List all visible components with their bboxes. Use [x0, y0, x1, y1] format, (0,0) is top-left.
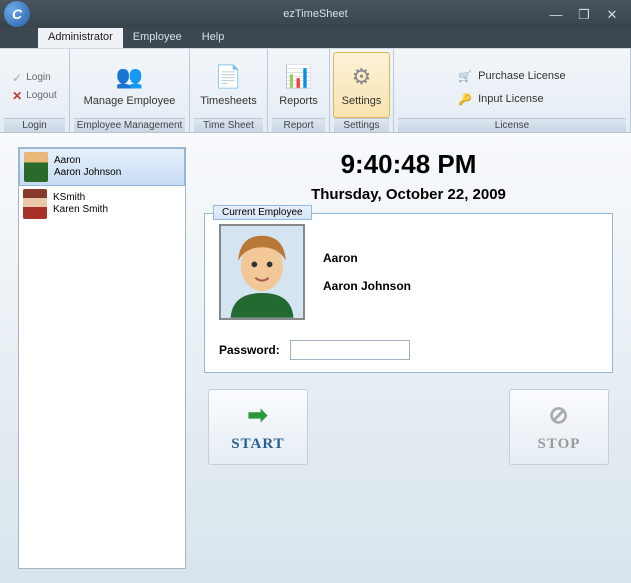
menu-employee[interactable]: Employee: [123, 28, 192, 48]
purchase-license-button[interactable]: 🛒Purchase License: [450, 67, 573, 86]
group-license-label: License: [398, 118, 626, 132]
clock-date: Thursday, October 22, 2009: [204, 186, 613, 203]
users-icon: 👥: [115, 63, 143, 91]
content-area: Aaron Aaron Johnson KSmith Karen Smith 9…: [0, 133, 631, 583]
stop-button[interactable]: ⊘ STOP: [509, 389, 609, 465]
document-icon: 📄: [215, 63, 243, 91]
close-button[interactable]: ✕: [603, 7, 621, 21]
login-button[interactable]: ✓Login: [12, 71, 57, 85]
employee-first-name: Aaron: [323, 251, 411, 265]
logout-button[interactable]: ✕Logout: [12, 89, 57, 103]
group-timesheet-label: Time Sheet: [194, 118, 263, 132]
menubar: Administrator Employee Help: [0, 28, 631, 48]
group-login-label: Login: [4, 118, 65, 132]
avatar-icon: [24, 152, 48, 182]
clock-time: 9:40:48 PM: [204, 149, 613, 180]
titlebar: C ezTimeSheet — ❐ ✕: [0, 0, 631, 28]
password-input[interactable]: [290, 340, 410, 360]
start-button[interactable]: ➡ START: [208, 389, 308, 465]
key-icon: 🔑: [458, 93, 472, 106]
ribbon: ✓Login ✕Logout Login 👥 Manage Employee E…: [0, 48, 631, 133]
employee-list: Aaron Aaron Johnson KSmith Karen Smith: [18, 147, 186, 569]
reports-button[interactable]: 📊 Reports: [270, 52, 327, 118]
employee-avatar: [219, 224, 305, 320]
menu-help[interactable]: Help: [192, 28, 235, 48]
maximize-button[interactable]: ❐: [575, 7, 593, 21]
check-icon: ✓: [12, 71, 22, 85]
minimize-button[interactable]: —: [547, 7, 565, 21]
employee-list-item[interactable]: KSmith Karen Smith: [19, 186, 185, 222]
current-employee-panel: Current Employee Aaron Aaron Johnson: [204, 213, 613, 373]
manage-employee-button[interactable]: 👥 Manage Employee: [75, 52, 185, 118]
employee-list-item[interactable]: Aaron Aaron Johnson: [19, 148, 185, 186]
app-icon: C: [4, 1, 30, 27]
arrow-right-icon: ➡: [247, 401, 268, 430]
timesheets-button[interactable]: 📄 Timesheets: [191, 52, 265, 118]
avatar-icon: [23, 189, 47, 219]
employee-full-name: Aaron Johnson: [323, 279, 411, 293]
group-settings-label: Settings: [334, 118, 389, 132]
group-report-label: Report: [272, 118, 325, 132]
main-pane: 9:40:48 PM Thursday, October 22, 2009 Cu…: [204, 147, 613, 569]
settings-button[interactable]: ⚙ Settings: [333, 52, 391, 118]
app-window: C ezTimeSheet — ❐ ✕ Administrator Employ…: [0, 0, 631, 583]
stop-icon: ⊘: [548, 401, 569, 430]
password-label: Password:: [219, 343, 280, 357]
cart-icon: 🛒: [458, 70, 472, 83]
gear-icon: ⚙: [348, 63, 376, 91]
group-employee-label: Employee Management: [74, 118, 185, 132]
chart-icon: 📊: [285, 63, 313, 91]
panel-legend: Current Employee: [213, 205, 312, 220]
input-license-button[interactable]: 🔑Input License: [450, 90, 573, 109]
window-title: ezTimeSheet: [283, 8, 347, 20]
x-icon: ✕: [12, 89, 22, 103]
menu-administrator[interactable]: Administrator: [38, 28, 123, 48]
